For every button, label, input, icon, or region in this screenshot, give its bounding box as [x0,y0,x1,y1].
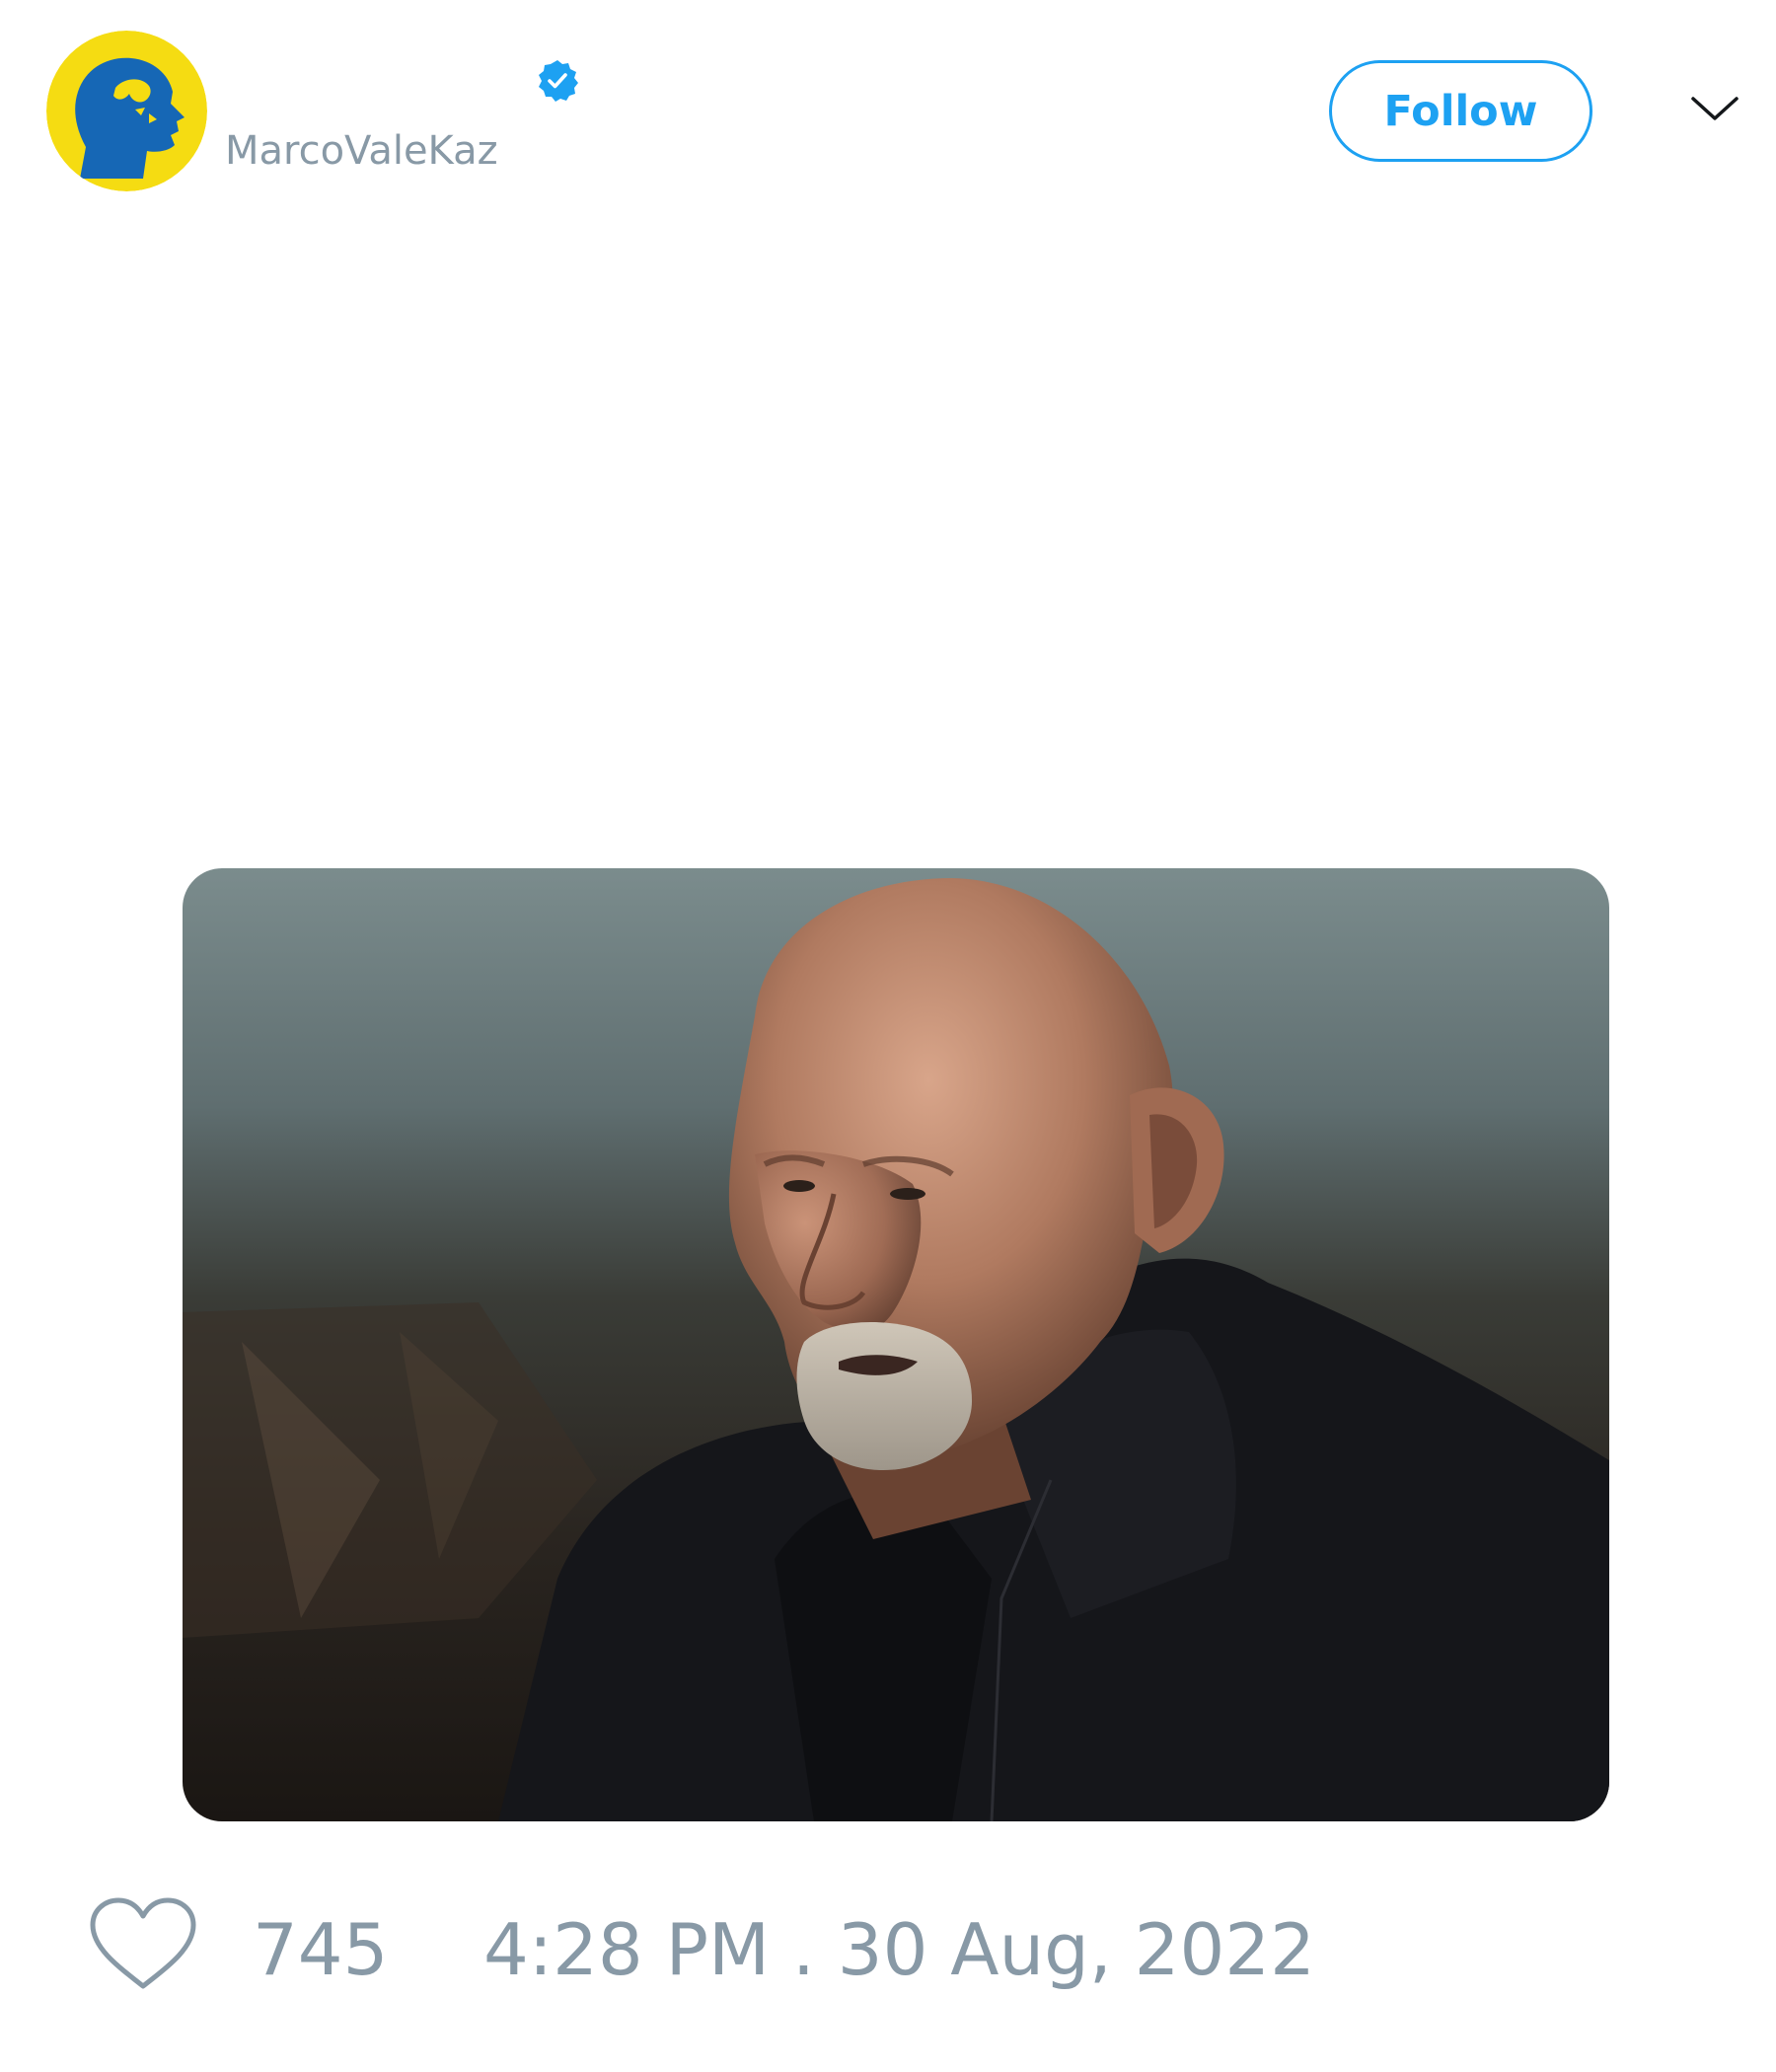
avatar[interactable] [46,31,207,191]
like-count: 745 [253,1908,389,1991]
heart-outline-icon[interactable] [87,1895,199,1994]
follow-button[interactable]: Follow [1329,60,1592,162]
username-handle[interactable]: MarcoValeKaz [225,125,498,177]
verified-badge-icon [535,58,580,104]
tweet-card: MarcoValeKaz Follow 745 4:28 PM . 30 Aug… [0,0,1776,2072]
chevron-down-icon[interactable] [1689,91,1740,126]
tweet-media-photo[interactable] [183,868,1609,1821]
head-profile-logo-icon [46,31,207,191]
tweet-timestamp[interactable]: 4:28 PM . 30 Aug, 2022 [483,1908,1315,1991]
photo-elderly-bald-man-icon [183,868,1609,1821]
